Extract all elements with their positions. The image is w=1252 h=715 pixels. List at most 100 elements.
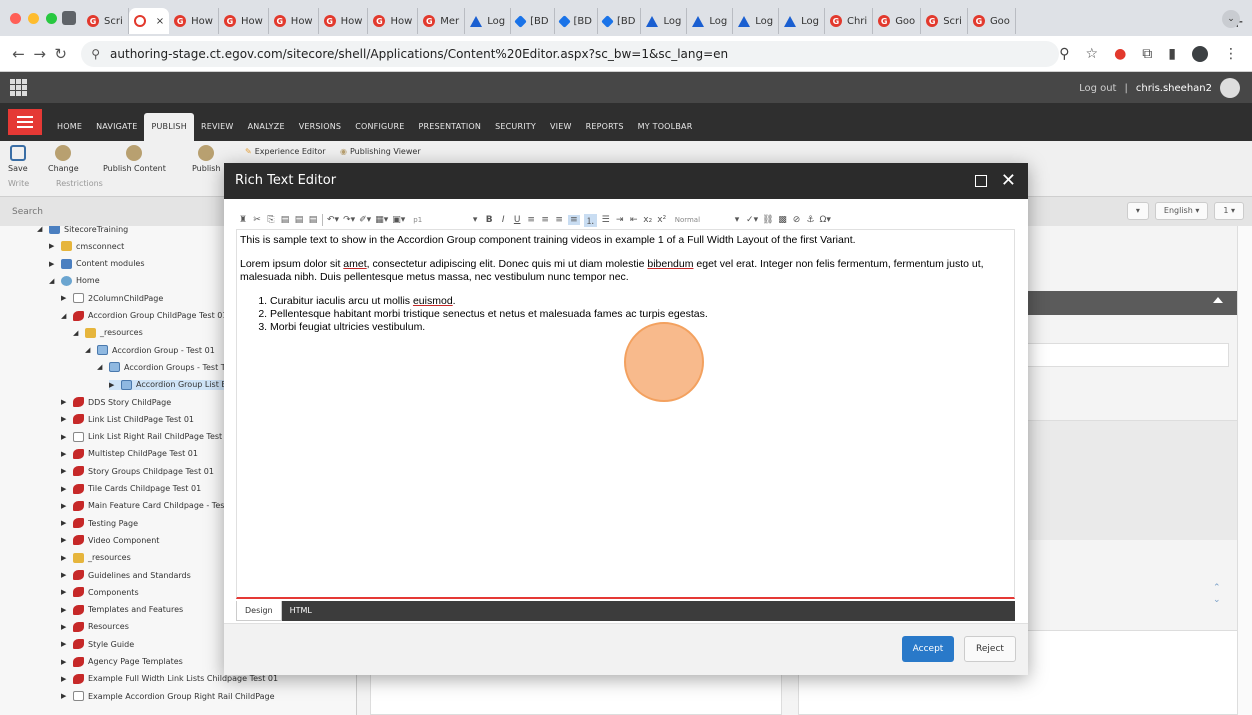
ribbon-tab-analyze[interactable]: ANALYZE (241, 113, 292, 141)
browser-tab[interactable]: G Scri (921, 8, 968, 34)
maximize-icon[interactable] (974, 175, 987, 187)
style-dropdown-arrow-icon[interactable]: ▾ (732, 215, 742, 225)
collapse-arrow-icon[interactable]: ◢ (73, 329, 81, 337)
tree-item[interactable]: ◢ Accordion Groups - Test Title (97, 362, 238, 373)
scroll-arrows-icon[interactable]: ⌃ ⌄ (1213, 582, 1221, 606)
site-settings-icon[interactable]: ⚲ (91, 47, 100, 61)
profile-avatar[interactable] (1192, 45, 1208, 62)
browser-tab[interactable]: G How (169, 8, 219, 34)
tree-item[interactable]: ▶ Example Full Width Link Lists Childpage… (61, 673, 278, 684)
puzzle-icon[interactable]: ⧉ (1142, 46, 1152, 62)
close-icon[interactable]: ✕ (1001, 163, 1016, 199)
browser-tab[interactable]: Log (465, 8, 512, 34)
back-icon[interactable]: ← (8, 45, 29, 63)
expand-arrow-icon[interactable]: ▶ (61, 502, 69, 510)
tree-item[interactable]: ▶ DDS Story ChildPage (61, 397, 171, 407)
collapse-arrow-icon[interactable]: ◢ (85, 346, 93, 354)
browser-tab[interactable]: × (128, 8, 170, 34)
tree-item[interactable]: ▶ Link List Right Rail ChildPage Test 01 (61, 431, 235, 442)
find-icon[interactable]: ♜ (238, 215, 248, 225)
unordered-list-icon[interactable]: ☰ (601, 215, 611, 225)
tree-item[interactable]: ▶ Components (61, 587, 139, 598)
anchor-icon[interactable]: ⚓ (806, 215, 816, 225)
superscript-icon[interactable]: x² (657, 215, 667, 225)
paste-icon[interactable]: ▤ (280, 215, 290, 225)
address-bar[interactable]: ⚲ authoring-stage.ct.egov.com/sitecore/s… (81, 40, 1060, 67)
tree-item[interactable]: ▶ Templates and Features (61, 604, 183, 615)
undo-icon[interactable]: ↶▾ (327, 215, 339, 225)
paragraph-dropdown[interactable]: p1 (409, 216, 426, 224)
expand-arrow-icon[interactable]: ▶ (109, 381, 117, 389)
tree-item[interactable]: ▶ Testing Page (61, 518, 138, 529)
browser-tab[interactable]: Log (687, 8, 734, 34)
redo-icon[interactable]: ↷▾ (343, 215, 355, 225)
tree-item[interactable]: ▶ Multistep ChildPage Test 01 (61, 448, 198, 459)
dropdown-arrow-icon[interactable]: ▾ (470, 215, 480, 225)
expand-arrow-icon[interactable]: ▶ (61, 588, 69, 596)
align-justify-icon[interactable]: ≡ (568, 215, 580, 225)
zoom-icon[interactable]: ⚲ (1059, 46, 1069, 62)
expand-arrow-icon[interactable]: ▶ (61, 485, 69, 493)
collapse-caret-icon[interactable] (1213, 297, 1223, 303)
browser-tab[interactable]: Log (641, 8, 688, 34)
section-header-bar[interactable] (1015, 291, 1237, 315)
tree-item[interactable]: ▶ _resources (61, 552, 131, 563)
change-button[interactable]: Change (48, 145, 79, 173)
ribbon-tab-my-toolbar[interactable]: MY TOOLBAR (631, 113, 700, 141)
table-icon[interactable]: ▦▾ (375, 215, 388, 225)
unlink-icon[interactable]: ⊘ (792, 215, 802, 225)
subscript-icon[interactable]: x₂ (643, 215, 653, 225)
zoom-window-icon[interactable] (46, 12, 57, 24)
expand-arrow-icon[interactable]: ▶ (61, 675, 69, 683)
expand-arrow-icon[interactable]: ▶ (49, 260, 57, 268)
browser-tab[interactable]: G How (319, 8, 369, 34)
tab-html[interactable]: HTML (282, 601, 320, 621)
username[interactable]: chris.sheehan2 (1136, 83, 1212, 94)
sitecore-logo-icon[interactable] (10, 79, 27, 96)
sidebar-icon[interactable]: ▮ (1168, 46, 1176, 62)
browser-tab[interactable]: G Chri (825, 8, 874, 34)
publish-button[interactable]: Publish (192, 145, 221, 173)
accept-button[interactable]: Accept (902, 636, 954, 662)
language-dropdown[interactable]: English ▾ (1154, 202, 1209, 220)
align-center-icon[interactable]: ≡ (540, 215, 550, 225)
expand-arrow-icon[interactable]: ▶ (61, 536, 69, 544)
tree-item[interactable]: ▶ Example Accordion Group Right Rail Chil… (61, 691, 275, 702)
ribbon-tab-publish[interactable]: PUBLISH (144, 113, 194, 141)
ribbon-tab-presentation[interactable]: PRESENTATION (412, 113, 489, 141)
expand-arrow-icon[interactable]: ▶ (61, 450, 69, 458)
underline-icon[interactable]: U (512, 215, 522, 225)
tree-item[interactable]: ◢ Accordion Group ChildPage Test 01 (61, 310, 227, 321)
logout-link[interactable]: Log out (1079, 83, 1116, 94)
tab-search-icon[interactable]: ⌄ (1222, 10, 1240, 28)
tree-item[interactable]: ▶ Resources (61, 621, 129, 632)
browser-tab[interactable]: G Goo (968, 8, 1016, 34)
tree-item[interactable]: ▶ Link List ChildPage Test 01 (61, 414, 194, 425)
image-icon[interactable]: ▩ (778, 215, 788, 225)
align-left-icon[interactable]: ≡ (526, 215, 536, 225)
browser-tab[interactable]: Log (733, 8, 780, 34)
media-icon[interactable]: ▣▾ (392, 215, 405, 225)
paste-html-icon[interactable]: ▤ (308, 215, 318, 225)
browser-tab[interactable]: [BD (598, 8, 642, 34)
tree-item[interactable]: ▶ Main Feature Card Childpage - Test 01 (61, 500, 240, 511)
ribbon-tab-view[interactable]: VIEW (543, 113, 579, 141)
collapse-arrow-icon[interactable]: ◢ (61, 312, 69, 320)
special-chars-icon[interactable]: Ω▾ (820, 215, 831, 225)
ordered-list-icon[interactable]: ⒈ (583, 213, 597, 227)
user-avatar[interactable] (1220, 78, 1240, 98)
tree-item[interactable]: ◢ Home (49, 275, 100, 286)
bold-icon[interactable]: B (484, 215, 494, 225)
tree-item[interactable]: ▶ Agency Page Templates (61, 656, 183, 667)
tree-item[interactable]: ▶ cmsconnect (49, 241, 124, 252)
ribbon-tab-reports[interactable]: REPORTS (579, 113, 631, 141)
browser-tab[interactable]: [BD (511, 8, 555, 34)
bookmark-star-icon[interactable]: ☆ (1086, 46, 1099, 62)
align-right-icon[interactable]: ≡ (554, 215, 564, 225)
cut-icon[interactable]: ✂ (252, 215, 262, 225)
tree-item[interactable]: ▶ Tile Cards Childpage Test 01 (61, 483, 201, 494)
expand-arrow-icon[interactable]: ▶ (61, 398, 69, 406)
link-icon[interactable]: ⛓ (762, 215, 773, 225)
field-input[interactable] (1015, 343, 1229, 367)
copy-icon[interactable]: ⎘ (266, 215, 276, 225)
